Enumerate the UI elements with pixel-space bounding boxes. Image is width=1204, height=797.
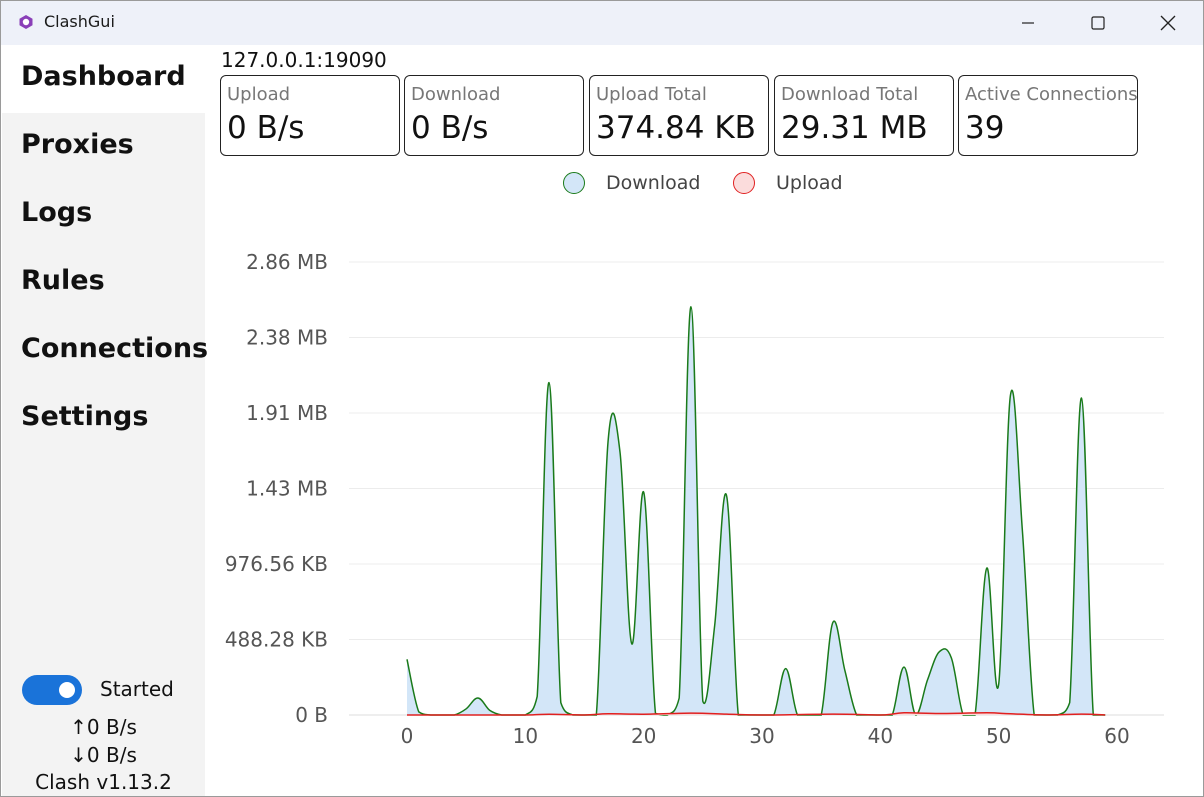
x-tick-label: 40: [868, 724, 893, 748]
download-series-line: [406, 306, 1106, 716]
sidebar-item-label: Dashboard: [21, 61, 186, 92]
stat-value: 39: [965, 110, 1005, 146]
legend-download-label: Download: [606, 172, 701, 194]
toggle-knob: [59, 682, 75, 698]
x-tick-label: 60: [1104, 724, 1129, 748]
y-tick-label: 2.38 MB: [246, 326, 328, 350]
traffic-chart: 0 B 488.28 KB 976.56 KB 1.43 MB 1.91 MB 2.38 …: [225, 250, 1164, 748]
close-button[interactable]: [1133, 1, 1203, 45]
y-tick-label: 976.56 KB: [225, 552, 328, 576]
toggle-label: Started: [100, 677, 174, 701]
clash-version: Clash v1.13.2: [35, 770, 172, 794]
sidebar-item-connections[interactable]: Connections: [2, 317, 209, 385]
close-icon: [1160, 15, 1176, 31]
sidebar-item-label: Settings: [21, 401, 149, 432]
minimize-icon: [1022, 22, 1034, 24]
sidebar-item-label: Proxies: [21, 129, 134, 160]
legend-download-swatch: [563, 172, 585, 194]
sidebar-item-label: Rules: [21, 265, 105, 296]
x-tick-label: 20: [631, 724, 656, 748]
stat-label: Download: [411, 84, 501, 105]
sidebar-item-logs[interactable]: Logs: [2, 181, 205, 249]
app-window: ClashGui Dashboard Proxies Logs Rules Co…: [0, 0, 1204, 797]
y-tick-label: 1.43 MB: [246, 477, 328, 501]
x-tick-label: 10: [513, 724, 538, 748]
stat-value: 0 B/s: [227, 110, 305, 146]
sidebar: Dashboard Proxies Logs Rules Connections…: [2, 45, 209, 796]
stat-label: Download Total: [781, 84, 919, 105]
legend-download[interactable]: Download: [563, 171, 703, 195]
stat-value: 0 B/s: [411, 110, 489, 146]
sidebar-item-label: Connections: [21, 333, 209, 364]
title-bar: ClashGui: [1, 1, 1203, 45]
x-tick-label: 30: [749, 724, 774, 748]
stat-value: 374.84 KB: [596, 110, 756, 146]
sidebar-download-speed: ↓0 B/s: [70, 743, 137, 767]
x-tick-label: 0: [401, 724, 414, 748]
stat-card-download-total: Download Total 29.31 MB: [774, 75, 954, 156]
stat-value: 29.31 MB: [781, 110, 928, 146]
maximize-icon: [1091, 16, 1105, 30]
y-tick-label: 2.86 MB: [246, 250, 328, 274]
app-title: ClashGui: [44, 12, 115, 31]
y-tick-label: 1.91 MB: [246, 401, 328, 425]
clash-started-toggle[interactable]: [22, 675, 82, 705]
maximize-button[interactable]: [1063, 1, 1133, 45]
legend-upload-label: Upload: [776, 172, 843, 194]
y-tick-label: 488.28 KB: [225, 628, 328, 652]
stat-label: Active Connections: [965, 84, 1138, 105]
stat-label: Upload: [227, 84, 291, 105]
legend-upload[interactable]: Upload: [733, 171, 853, 195]
stat-card-download: Download 0 B/s: [404, 75, 584, 156]
controller-address: 127.0.0.1:19090: [221, 48, 387, 72]
sidebar-item-dashboard[interactable]: Dashboard: [2, 45, 205, 113]
sidebar-item-rules[interactable]: Rules: [2, 249, 205, 317]
stat-card-active-connections: Active Connections 39: [958, 75, 1138, 156]
x-tick-label: 50: [986, 724, 1011, 748]
stat-card-upload-total: Upload Total 374.84 KB: [589, 75, 769, 156]
sidebar-item-settings[interactable]: Settings: [2, 385, 205, 453]
sidebar-item-proxies[interactable]: Proxies: [2, 113, 205, 181]
sidebar-upload-speed: ↑0 B/s: [70, 715, 137, 739]
legend-upload-swatch: [733, 172, 755, 194]
app-logo-icon: [19, 15, 33, 29]
minimize-button[interactable]: [993, 1, 1063, 45]
y-tick-label: 0 B: [295, 703, 328, 727]
stat-card-upload: Upload 0 B/s: [220, 75, 400, 156]
sidebar-item-label: Logs: [21, 197, 93, 228]
stat-label: Upload Total: [596, 84, 707, 105]
